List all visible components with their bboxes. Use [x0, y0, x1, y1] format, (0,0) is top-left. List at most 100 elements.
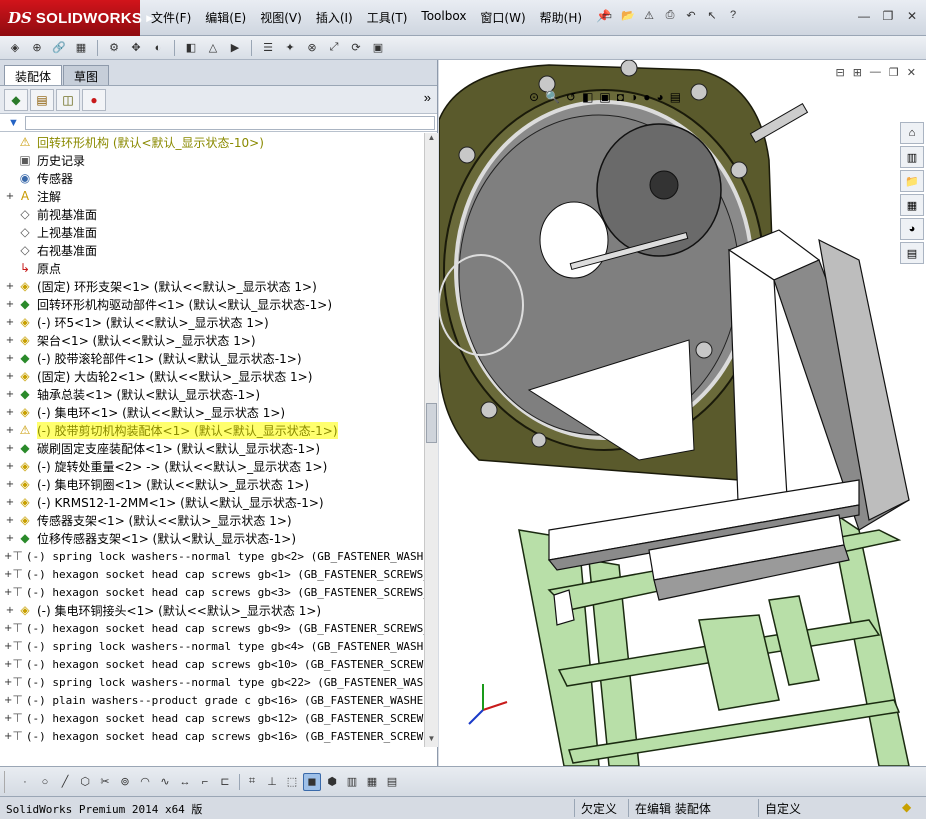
tree-item[interactable]: + ◆ 回转环形机构驱动部件<1> (默认<默认_显示状态-1>): [0, 295, 424, 313]
print-icon[interactable]: ⎙: [661, 6, 679, 24]
new-motion-study-icon[interactable]: ▶: [226, 39, 244, 57]
viewport-restore-icon[interactable]: ❐: [889, 66, 899, 79]
hide-show-icon[interactable]: ◐: [149, 39, 167, 57]
expand-plus-icon[interactable]: +: [4, 371, 16, 382]
smart-fasteners-icon[interactable]: ⚙: [105, 39, 123, 57]
expand-plus-icon[interactable]: +: [4, 479, 16, 490]
solidworks-logo[interactable]: DS SOLIDWORKS ▶: [0, 0, 153, 36]
grid-table-icon[interactable]: ▤: [383, 773, 401, 791]
expand-chevron-icon[interactable]: »: [424, 90, 431, 105]
convert-entities-icon[interactable]: ⊏: [216, 773, 234, 791]
tree-root[interactable]: ⚠ 回转环形机构 (默认<默认_显示状态-10>): [0, 133, 424, 151]
tree-item[interactable]: + ◈ (-) 环5<1> (默认<<默认>_显示状态 1>): [0, 313, 424, 331]
configurationmanager-icon[interactable]: ◫: [56, 88, 80, 111]
expand-plus-icon[interactable]: +: [4, 677, 12, 688]
expand-plus-icon[interactable]: +: [4, 461, 16, 472]
edit-appearance-icon[interactable]: ●: [643, 90, 650, 104]
move-component-icon[interactable]: ✥: [127, 39, 145, 57]
3d-sketch-icon[interactable]: ⬚: [283, 773, 301, 791]
spline-icon[interactable]: ∿: [156, 773, 174, 791]
tree-item[interactable]: + ◈ (-) KRMS12-1-2MM<1> (默认<默认_显示状态-1>): [0, 493, 424, 511]
zoom-fit-icon[interactable]: ⊙: [529, 90, 539, 104]
component-icon[interactable]: ◈: [6, 39, 24, 57]
graphics-area[interactable]: ⊟ ⊞ — ❐ ✕ ⊙ 🔍 ↺ ◧ ▣ ◘ ◑ ● ◕ ▤ ⌂ ▥ 📁 ▦ ◕ …: [439, 60, 926, 766]
expand-plus-icon[interactable]: +: [4, 641, 12, 652]
expand-plus-icon[interactable]: +: [4, 731, 12, 742]
tree-item[interactable]: + ⊤ (-) spring lock washers--normal type g…: [0, 547, 424, 565]
bom-table-icon[interactable]: ▥: [343, 773, 361, 791]
corner-rect-icon[interactable]: ⌐: [196, 773, 214, 791]
arc-icon[interactable]: ◠: [136, 773, 154, 791]
open-folder-icon[interactable]: 📂: [619, 6, 637, 24]
assembly-model-view[interactable]: [439, 60, 926, 766]
design-library-icon[interactable]: ▥: [900, 146, 924, 168]
expand-plus-icon[interactable]: +: [4, 191, 16, 202]
expand-plus-icon[interactable]: +: [4, 551, 12, 562]
expand-plus-icon[interactable]: +: [4, 389, 16, 400]
split-view2-icon[interactable]: ⊞: [853, 66, 862, 79]
exploded-view-icon[interactable]: ✦: [281, 39, 299, 57]
section-view-icon[interactable]: ◧: [582, 90, 593, 104]
line-icon[interactable]: ╱: [56, 773, 74, 791]
tree-item[interactable]: + ◈ 传感器支架<1> (默认<<默认>_显示状态 1>): [0, 511, 424, 529]
point-icon[interactable]: ·: [16, 773, 34, 791]
scroll-thumb[interactable]: [426, 403, 437, 443]
expand-plus-icon[interactable]: +: [4, 353, 16, 364]
expand-plus-icon[interactable]: +: [4, 713, 12, 724]
tree-item[interactable]: + ◈ (固定) 大齿轮2<1> (默认<<默认>_显示状态 1>): [0, 367, 424, 385]
rebuild-icon[interactable]: ⟳: [347, 39, 365, 57]
table-icon[interactable]: ▦: [363, 773, 381, 791]
expand-plus-icon[interactable]: +: [4, 623, 12, 634]
viewport-close-icon[interactable]: ✕: [907, 66, 916, 79]
menu-help[interactable]: 帮助(H): [533, 9, 589, 26]
tree-item[interactable]: + ⊤ (-) hexagon socket head cap screws gb<…: [0, 619, 424, 637]
restore-icon[interactable]: ❐: [880, 8, 896, 24]
expand-plus-icon[interactable]: +: [4, 425, 16, 436]
solidworks-resources-icon[interactable]: ⌂: [900, 122, 924, 144]
tree-scrollbar[interactable]: ▲ ▼: [424, 133, 438, 747]
tab-assembly[interactable]: 装配体: [4, 65, 63, 85]
reference-geometry-icon[interactable]: △: [204, 39, 222, 57]
menu-view[interactable]: 视图(V): [253, 9, 309, 26]
expand-plus-icon[interactable]: +: [4, 317, 16, 328]
tree-item[interactable]: + ◈ (-) 集电环铜接头<1> (默认<<默认>_显示状态 1>): [0, 601, 424, 619]
interference-icon[interactable]: ⊗: [303, 39, 321, 57]
tree-item[interactable]: + ◈ (-) 集电环铜圈<1> (默认<<默认>_显示状态 1>): [0, 475, 424, 493]
menu-insert[interactable]: 插入(I): [309, 9, 360, 26]
tree-item[interactable]: + ⊤ (-) plain washers--product grade c gb<…: [0, 691, 424, 709]
expand-plus-icon[interactable]: +: [4, 533, 16, 544]
rebuild-warning-icon[interactable]: ⚠: [640, 6, 658, 24]
polygon-icon[interactable]: ⬡: [76, 773, 94, 791]
pattern-icon[interactable]: ▦: [72, 39, 90, 57]
previous-view-icon[interactable]: ↺: [566, 90, 576, 104]
custom-properties-icon[interactable]: ▤: [900, 242, 924, 264]
expand-plus-icon[interactable]: +: [4, 281, 16, 292]
featuremanager-icon[interactable]: ◆: [4, 88, 28, 111]
expand-plus-icon[interactable]: +: [4, 335, 16, 346]
undo-icon[interactable]: ↶: [682, 6, 700, 24]
filter-icon[interactable]: ▼: [8, 117, 19, 129]
tree-item[interactable]: ◇ 前视基准面: [0, 205, 424, 223]
offset-icon[interactable]: ⊚: [116, 773, 134, 791]
tab-sketch[interactable]: 草图: [63, 65, 110, 85]
minimize-icon[interactable]: —: [856, 8, 872, 24]
tree-item[interactable]: + ⊤ (-) hexagon socket head cap screws gb<…: [0, 565, 424, 583]
expand-plus-icon[interactable]: +: [4, 443, 16, 454]
smart-dimension-icon[interactable]: ⌗: [243, 773, 261, 791]
select-arrow-icon[interactable]: ↖: [703, 6, 721, 24]
shaded-cube-icon[interactable]: ◼: [303, 772, 321, 791]
displaymanager-icon[interactable]: ●: [82, 88, 106, 111]
view-cube-icon[interactable]: ⬢: [323, 773, 341, 791]
tree-item[interactable]: ◇ 右视基准面: [0, 241, 424, 259]
tree-item[interactable]: + ⊤ (-) spring lock washers--normal type g…: [0, 673, 424, 691]
tree-item[interactable]: ▣ 历史记录: [0, 151, 424, 169]
tree-item[interactable]: + ◈ (固定) 环形支架<1> (默认<<默认>_显示状态 1>): [0, 277, 424, 295]
expand-plus-icon[interactable]: +: [4, 407, 16, 418]
help-icon[interactable]: ?: [724, 6, 742, 24]
rebuild-status-icon[interactable]: ◆: [896, 799, 917, 817]
insert-component-icon[interactable]: ⊕: [28, 39, 46, 57]
tree-item[interactable]: + ⊤ (-) spring lock washers--normal type g…: [0, 637, 424, 655]
instant3d-icon[interactable]: ⤢: [325, 39, 343, 57]
dimension-icon[interactable]: ↔: [176, 773, 194, 791]
tree-item[interactable]: + ⚠ (-) 胶带剪切机构装配体<1> (默认<默认_显示状态-1>): [0, 421, 424, 439]
